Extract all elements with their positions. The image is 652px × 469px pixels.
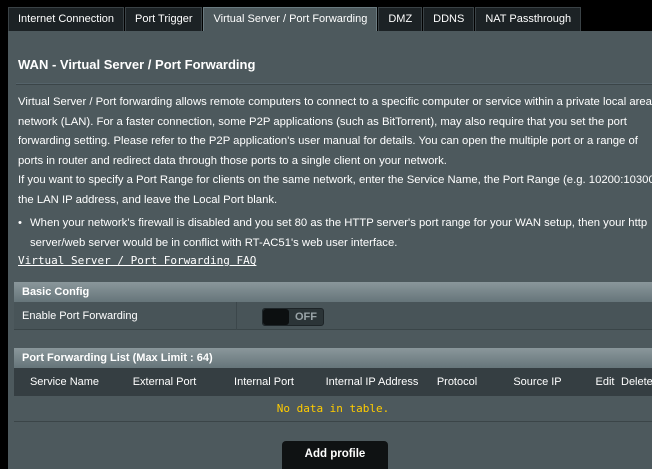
note-line: server/web server would be in conflict w…: [30, 236, 398, 249]
toggle-state: OFF: [295, 311, 317, 323]
forwarding-list-heading: Port Forwarding List (Max Limit : 64): [14, 348, 652, 368]
content-panel: WAN - Virtual Server / Port Forwarding V…: [8, 31, 652, 469]
description-line: the LAN IP address, and leave the Local …: [18, 193, 278, 206]
description-line: If you want to specify a Port Range for …: [18, 174, 652, 187]
description-line: Virtual Server / Port forwarding allows …: [18, 96, 652, 108]
tab-ddns[interactable]: DDNS: [423, 7, 475, 31]
tab-virtual-server[interactable]: Virtual Server / Port Forwarding: [203, 7, 378, 31]
faq-link[interactable]: Virtual Server / Port Forwarding FAQ: [18, 254, 256, 267]
tab-nat-passthrough[interactable]: NAT Passthrough: [475, 7, 582, 31]
forwarding-list-section: Port Forwarding List (Max Limit : 64) Se…: [14, 348, 652, 422]
tab-port-trigger[interactable]: Port Trigger: [125, 7, 203, 31]
col-source-ip: Source IP: [513, 376, 562, 388]
empty-table-message: No data in table.: [14, 396, 652, 422]
table-header: Service Name External Port Internal Port…: [14, 368, 652, 396]
col-delete: Delete: [621, 376, 652, 388]
col-edit: Edit: [595, 376, 615, 388]
note-line: When your network's firewall is disabled…: [30, 217, 648, 229]
toggle-knob: [263, 309, 289, 325]
tab-bar: Internet Connection Port Trigger Virtual…: [8, 7, 582, 31]
cell-divider: [236, 302, 237, 330]
enable-forwarding-toggle[interactable]: OFF: [262, 308, 324, 326]
enable-forwarding-label: Enable Port Forwarding: [22, 310, 138, 322]
router-settings-window: Internet Connection Port Trigger Virtual…: [0, 0, 652, 469]
basic-config-section: Basic Config Enable Port Forwarding OFF: [14, 282, 652, 330]
basic-config-heading: Basic Config: [14, 282, 652, 302]
description-line: ports in router and redirect data throug…: [18, 154, 447, 167]
title-divider: [16, 83, 652, 85]
enable-forwarding-row: Enable Port Forwarding OFF: [14, 302, 652, 330]
col-external-port: External Port: [132, 376, 197, 388]
col-service-name: Service Name: [29, 376, 100, 388]
col-internal-ip: Internal IP Address: [325, 376, 419, 388]
firewall-note: • When your network's firewall is disabl…: [18, 214, 652, 253]
tab-internet-connection[interactable]: Internet Connection: [8, 7, 125, 31]
tab-dmz[interactable]: DMZ: [378, 7, 423, 31]
description: Virtual Server / Port forwarding allows …: [18, 93, 652, 211]
col-protocol: Protocol: [436, 376, 478, 388]
add-profile-button[interactable]: Add profile: [282, 441, 388, 469]
description-line: forwarding setting. Please refer to the …: [18, 135, 638, 148]
page-title: WAN - Virtual Server / Port Forwarding: [18, 57, 256, 72]
col-internal-port: Internal Port: [234, 376, 294, 388]
bullet-marker: •: [18, 217, 22, 229]
description-line: network (LAN). For a faster connection, …: [18, 115, 627, 128]
